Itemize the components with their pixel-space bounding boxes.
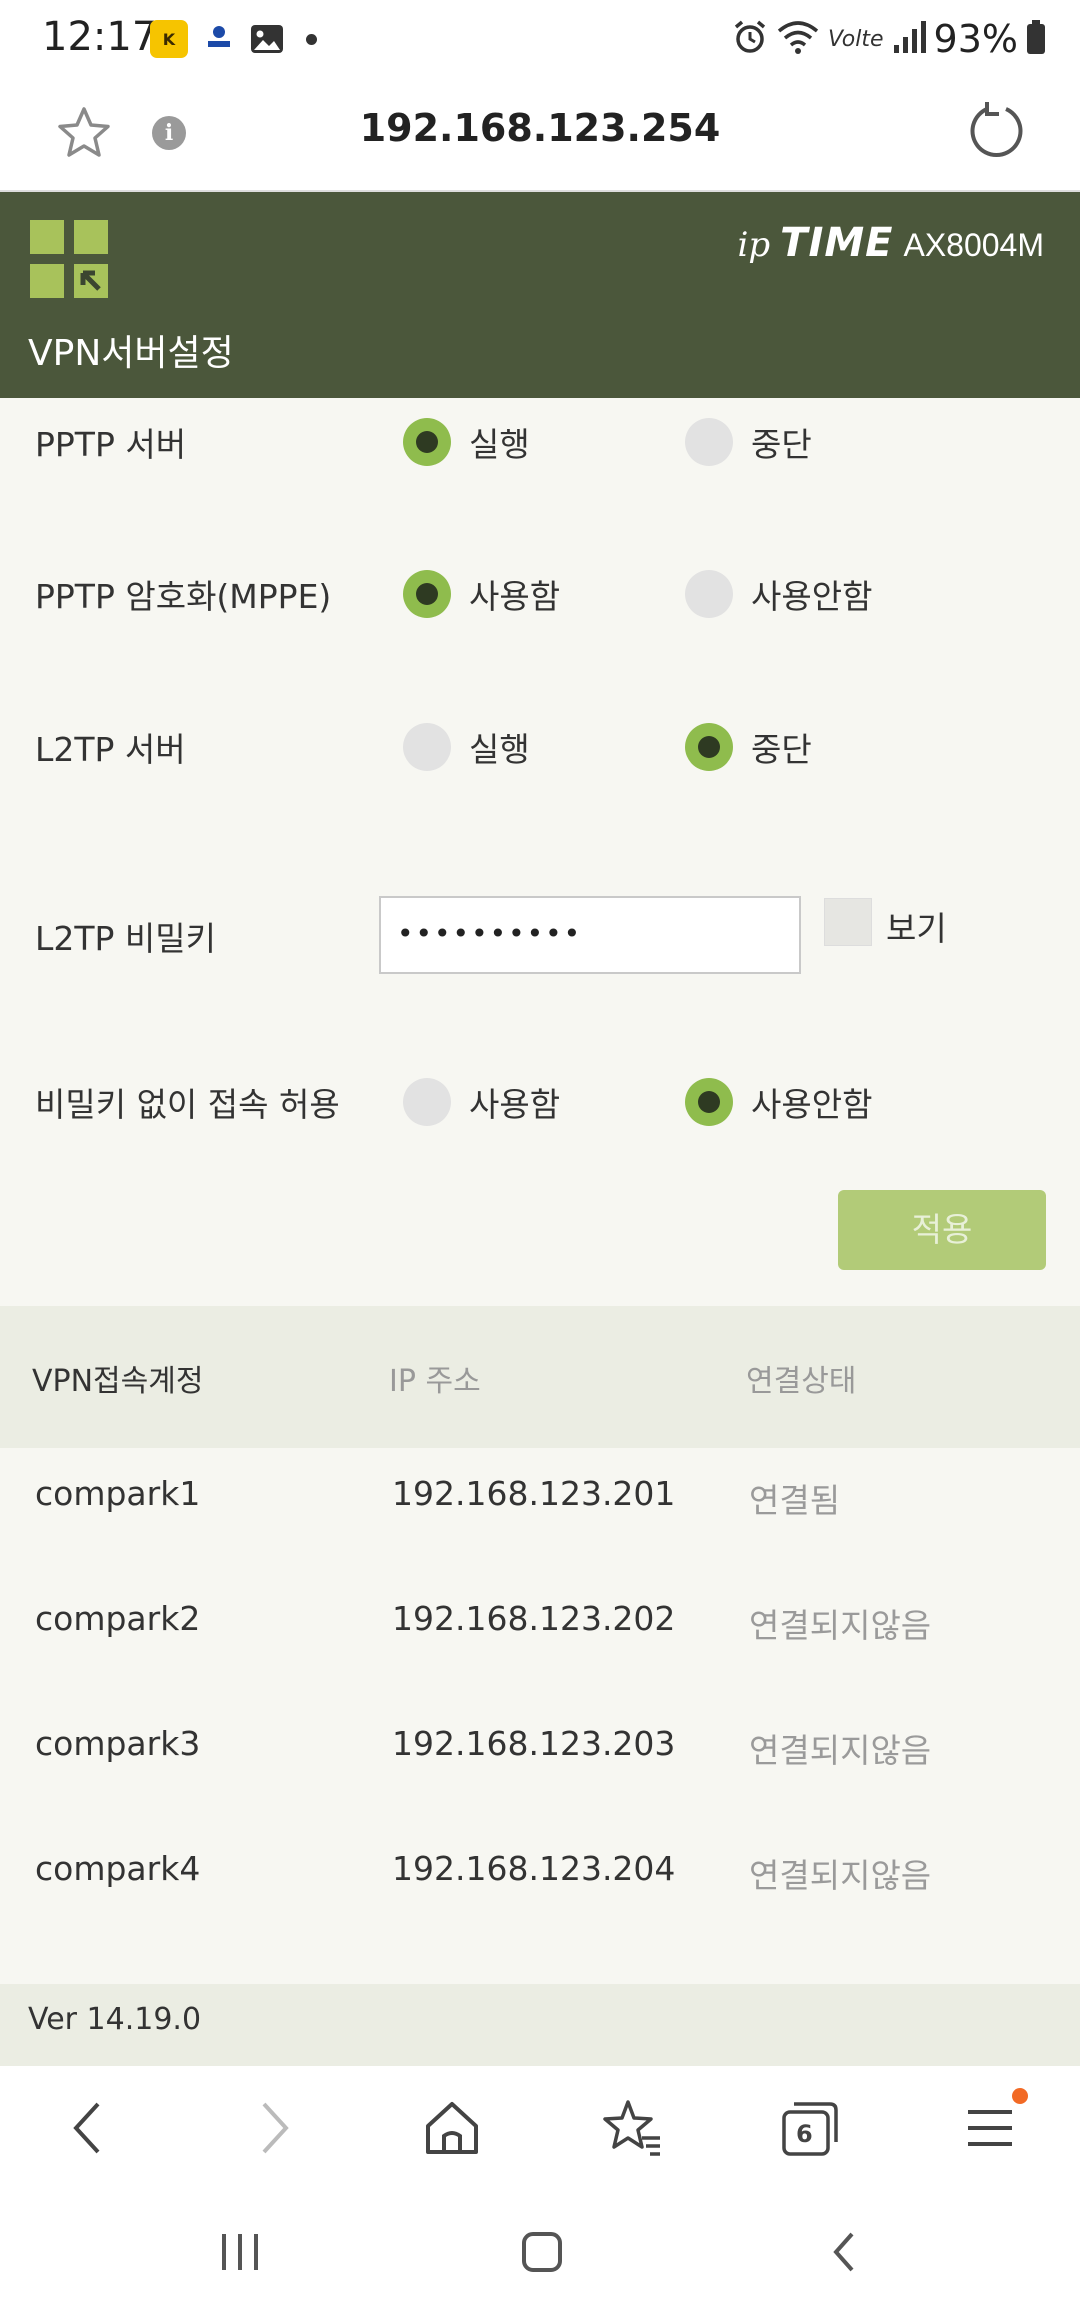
won-app-notification-icon — [200, 20, 238, 58]
alarm-icon — [732, 19, 768, 59]
column-header-ip: IP 주소 — [389, 1364, 481, 1399]
back-icon[interactable] — [58, 2096, 122, 2160]
firmware-footer: Ver 14.19.0 — [0, 1984, 1080, 2066]
pptp-server-stop-radio[interactable]: 중단 — [685, 416, 812, 468]
home-button-icon[interactable] — [512, 2222, 572, 2282]
l2tp-secret-input[interactable]: •••••••••• — [379, 896, 801, 974]
kakao-notification-icon: K — [150, 20, 188, 58]
wifi-icon — [776, 19, 820, 59]
table-row: compark2 192.168.123.202 연결되지않음 — [35, 1599, 932, 1645]
bookmarks-icon[interactable] — [600, 2096, 664, 2160]
recent-apps-icon[interactable] — [210, 2222, 270, 2282]
url-field[interactable]: 192.168.123.254 — [0, 106, 1080, 150]
gallery-notification-icon — [248, 20, 286, 58]
table-row: compark1 192.168.123.201 연결됨 — [35, 1474, 841, 1520]
svg-text:K: K — [163, 30, 176, 49]
volte-icon: Volte — [828, 26, 884, 52]
firmware-version: Ver 14.19.0 — [28, 2002, 202, 2037]
l2tp-server-run-radio[interactable]: 실행 — [403, 721, 530, 773]
table-row: compark4 192.168.123.204 연결되지않음 — [35, 1849, 932, 1895]
pptp-server-run-radio[interactable]: 실행 — [403, 416, 530, 468]
reload-icon[interactable] — [966, 100, 1028, 162]
show-secret-checkbox[interactable] — [824, 898, 872, 946]
column-header-status: 연결상태 — [746, 1364, 857, 1399]
show-secret-label[interactable]: 보기 — [886, 902, 947, 950]
system-navigation-bar — [0, 2190, 1080, 2316]
menu-badge-dot — [1012, 2088, 1028, 2104]
vpn-accounts-table-header: VPN접속계정 IP 주소 연결상태 — [0, 1306, 1080, 1448]
router-model: AX8004M — [903, 227, 1044, 263]
radio-unselected[interactable] — [685, 418, 733, 466]
home-icon[interactable] — [420, 2096, 484, 2160]
pptp-mppe-enable-radio[interactable]: 사용함 — [403, 568, 560, 620]
l2tp-server-stop-radio[interactable]: 중단 — [685, 721, 812, 773]
allow-without-secret-enable-radio[interactable]: 사용함 — [403, 1076, 560, 1128]
battery-icon — [1026, 19, 1046, 59]
system-back-icon[interactable] — [816, 2222, 876, 2282]
pptp-mppe-disable-radio[interactable]: 사용안함 — [685, 568, 872, 620]
l2tp-server-row: L2TP 서버 실행 중단 — [0, 703, 1080, 803]
more-notifications-dot — [306, 34, 317, 45]
tab-count: 6 — [796, 2120, 813, 2148]
menu-icon[interactable] — [958, 2096, 1022, 2160]
page-title: VPN서버설정 — [28, 333, 234, 374]
radio-selected[interactable] — [403, 570, 451, 618]
status-time: 12:17 — [42, 14, 158, 60]
radio-unselected[interactable] — [685, 570, 733, 618]
browser-address-bar: i 192.168.123.254 — [0, 78, 1080, 192]
column-header-account: VPN접속계정 — [32, 1364, 204, 1399]
radio-selected[interactable] — [685, 1078, 733, 1126]
radio-selected[interactable] — [403, 418, 451, 466]
apply-button[interactable]: 적용 — [838, 1190, 1046, 1270]
pptp-mppe-row: PPTP 암호화(MPPE) 사용함 사용안함 — [0, 550, 1080, 650]
vpn-settings-form: PPTP 서버 실행 중단 PPTP 암호화(MPPE) 사용함 사용안함 L2… — [0, 398, 1080, 1306]
forward-icon[interactable] — [240, 2096, 304, 2160]
status-bar: 12:17 K Volte 93% — [0, 0, 1080, 78]
radio-unselected[interactable] — [403, 1078, 451, 1126]
table-row: compark3 192.168.123.203 연결되지않음 — [35, 1724, 932, 1770]
allow-without-secret-disable-radio[interactable]: 사용안함 — [685, 1076, 872, 1128]
menu-grid-icon[interactable] — [30, 220, 108, 298]
iptime-logo: ip TIME AX8004M — [737, 220, 1044, 266]
radio-selected[interactable] — [685, 723, 733, 771]
allow-without-secret-row: 비밀키 없이 접속 허용 사용함 사용안함 — [0, 1058, 1080, 1158]
pptp-server-row: PPTP 서버 실행 중단 — [0, 398, 1080, 498]
battery-percent: 93% — [933, 17, 1018, 61]
browser-toolbar: 6 — [0, 2066, 1080, 2190]
radio-unselected[interactable] — [403, 723, 451, 771]
l2tp-secret-row: L2TP 비밀키 •••••••••• 보기 — [0, 888, 1080, 988]
router-header: ip TIME AX8004M VPN서버설정 — [0, 192, 1080, 398]
vpn-accounts-table: compark1 192.168.123.201 연결됨 compark2 19… — [0, 1448, 1080, 1984]
tabs-icon[interactable]: 6 — [778, 2096, 842, 2160]
signal-icon — [892, 19, 926, 59]
